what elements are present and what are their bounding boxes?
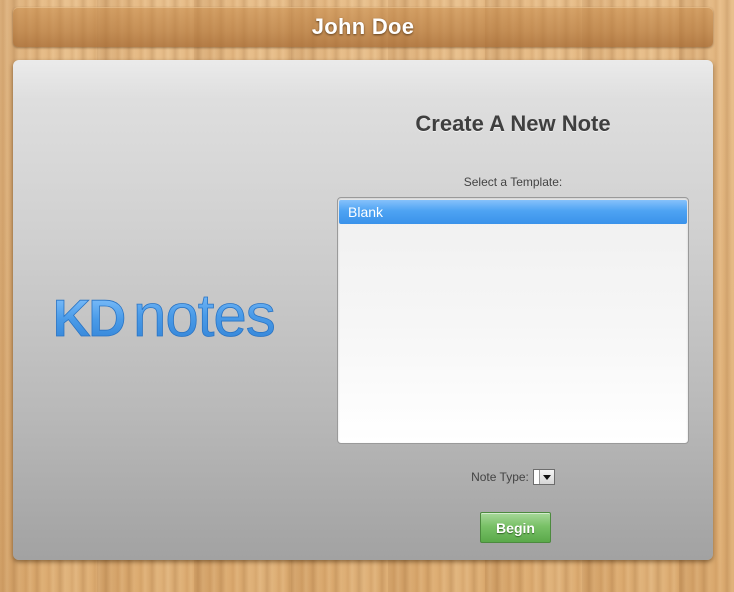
template-option-blank[interactable]: Blank: [339, 200, 687, 224]
form-title: Create A New Note: [415, 111, 611, 136]
user-name: John Doe: [311, 14, 415, 39]
note-type-label: Note Type:: [471, 470, 529, 484]
kdnotes-logo: KD notes: [53, 282, 276, 348]
logo-kd-text: KD: [53, 290, 125, 348]
note-type-select[interactable]: [532, 469, 555, 485]
template-listbox[interactable]: Blank: [337, 197, 689, 444]
dropdown-arrow-icon[interactable]: [538, 470, 554, 484]
note-type-row: Note Type:: [337, 469, 689, 485]
user-header-bar: John Doe: [13, 7, 713, 47]
template-label: Select a Template:: [463, 175, 563, 189]
logo-notes-text: notes: [133, 282, 275, 348]
new-note-panel: KD notes Create A New Note Select a Temp…: [13, 60, 713, 560]
begin-button[interactable]: Begin: [480, 512, 551, 543]
